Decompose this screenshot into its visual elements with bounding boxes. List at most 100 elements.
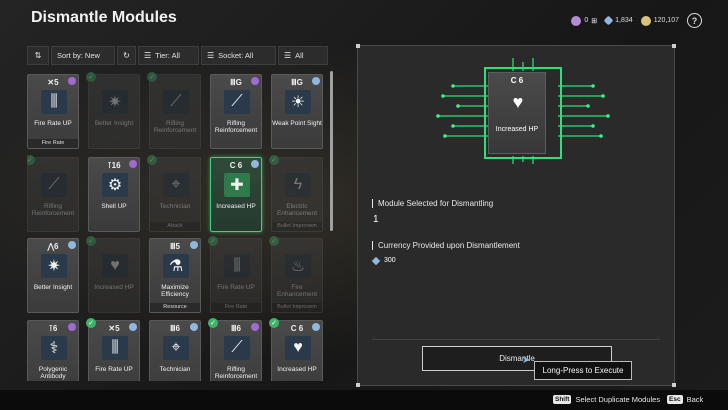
module-card[interactable]: ✓ ⟋ Rifling Reinforcement <box>27 155 79 232</box>
module-card[interactable]: ✓ ⟋ Rifling Reinforcement <box>147 72 201 149</box>
divider <box>372 339 660 340</box>
module-card[interactable]: ✓ ♨ Fire Enhancement Bullet Improvem <box>269 236 323 313</box>
currency-gold: 120,107 <box>640 15 679 26</box>
module-name: Rifling Reinforcement <box>153 120 197 134</box>
module-rank: C 6 <box>229 161 243 170</box>
module-card[interactable]: C 6 ✚ Increased HP <box>210 157 262 232</box>
long-press-tooltip: Long-Press to Execute <box>534 361 632 380</box>
sort-order-icon: ⇅ <box>34 51 42 60</box>
detail-panel: C 6 ♥ Increased HP Module Selected for D… <box>356 44 676 387</box>
stack-icon: ☰ <box>207 51 215 60</box>
module-name: Increased HP <box>277 366 317 373</box>
gold-coin-icon <box>640 15 651 26</box>
module-card[interactable]: ✓ ✷ Better Insight <box>86 72 140 149</box>
module-rank: ⊺6 <box>48 324 58 333</box>
module-card[interactable]: Ⅲ5 ⚗ Maximize Efficiency Resource <box>149 238 201 313</box>
sort-order-button[interactable]: ⇅ <box>27 46 49 65</box>
module-card[interactable]: ⊺16 ⚙ Shell UP <box>88 157 140 232</box>
equipped-check-icon: ✓ <box>269 236 279 246</box>
panel-corner <box>672 383 676 387</box>
panel-corner <box>672 44 676 48</box>
module-icon: ϟ <box>285 173 311 197</box>
module-category: Resource <box>150 303 200 312</box>
module-icon: ✚ <box>224 173 250 197</box>
module-rank: ✕5 <box>108 324 120 333</box>
grid-scrollbar[interactable] <box>330 71 333 231</box>
module-name: Better Insight <box>33 284 73 291</box>
module-name: Increased HP <box>495 126 539 133</box>
module-card[interactable]: ✓ Ⅲ6 ⟋ Rifling Reinforcement <box>208 318 262 381</box>
equipped-check-icon: ✓ <box>147 155 157 165</box>
cursor-icon: ➤ <box>522 355 531 366</box>
module-rank: C 6 <box>510 76 524 85</box>
refresh-button[interactable]: ↻ <box>117 46 136 65</box>
module-rank: Ⅲ6 <box>231 324 241 333</box>
module-category: Bullet Improvem <box>272 222 322 231</box>
module-rank: ⊺16 <box>107 161 121 170</box>
all-filter-button[interactable]: ☰ All <box>278 46 328 65</box>
equipped-check-icon: ✓ <box>86 72 96 82</box>
help-button[interactable]: ? <box>687 13 702 28</box>
plus-icon[interactable]: ⊞ <box>591 17 597 25</box>
module-icon: ⌖ <box>163 173 189 197</box>
hint-back[interactable]: Esc Back <box>667 395 703 404</box>
module-card[interactable]: ✓ C 6 ♥ Increased HP <box>269 318 323 381</box>
crystal-icon <box>603 15 614 26</box>
module-icon: ⌖ <box>163 336 189 360</box>
module-icon: ⫼ <box>224 254 250 278</box>
socket-filter-button[interactable]: ☰ Socket: All <box>201 46 276 65</box>
module-name: Technician <box>159 203 191 210</box>
module-icon: ♥ <box>285 336 311 360</box>
sort-by-button[interactable]: Sort by: New <box>51 46 115 65</box>
equipped-check-icon: ✓ <box>27 155 35 165</box>
module-rank: Ⅲ5 <box>170 242 180 251</box>
module-icon: ♥ <box>102 254 128 278</box>
module-card[interactable]: ✓ ✕5 ⫼ Fire Rate UP <box>86 318 140 381</box>
module-icon: ⟋ <box>163 90 189 114</box>
module-card[interactable]: ✓ ⌖ Technician Attack <box>147 155 201 232</box>
panel-corner <box>356 44 360 48</box>
filter-bar: ⇅ Sort by: New ↻ ☰ Tier: All ☰ Socket: A… <box>27 46 328 65</box>
module-card[interactable]: ⅢG ☀ Weak Point Sight <box>271 74 323 149</box>
module-card[interactable]: ⊺6 ⚕ Polygenic Antibody <box>27 320 79 381</box>
module-card[interactable]: ✓ ⫼ Fire Rate UP Fire Rate <box>208 236 262 313</box>
tier-filter-button[interactable]: ☰ Tier: All <box>138 46 199 65</box>
module-grid: ✕5 ⫼ Fire Rate UP Fire Rate ✓ ✷ Better Insight… <box>27 71 328 381</box>
module-name: Fire Rate UP <box>217 284 255 291</box>
module-card[interactable]: ⅢG ⟋ Rifling Reinforcement <box>210 74 262 149</box>
equipped-check-icon: ✓ <box>147 72 157 82</box>
module-icon: ♨ <box>285 254 311 278</box>
module-category: Bullet Improvem <box>272 303 322 312</box>
shift-key-icon: Shift <box>553 395 572 404</box>
stack-icon: ☰ <box>284 51 292 60</box>
module-rank: ⋀6 <box>47 242 59 251</box>
module-card[interactable]: ⋀6 ✷ Better Insight <box>27 238 79 313</box>
module-icon: ⚕ <box>41 336 67 360</box>
module-name: Rifling Reinforcement <box>214 120 258 134</box>
module-card[interactable]: ✕5 ⫼ Fire Rate UP Fire Rate <box>27 74 79 149</box>
module-name: Increased HP <box>94 284 134 291</box>
hint-select-duplicates[interactable]: Shift Select Duplicate Modules <box>553 395 660 404</box>
module-card[interactable]: Ⅲ6 ⌖ Technician <box>149 320 201 381</box>
module-icon: ⫼ <box>102 336 128 360</box>
module-name: Maximize Efficiency <box>161 284 189 298</box>
module-card[interactable]: ✓ ϟ Electric Enhancement Bullet Improvem <box>269 155 323 232</box>
module-rank: ⅢG <box>230 78 242 87</box>
module-card[interactable]: ✓ ♥ Increased HP <box>86 236 140 313</box>
module-icon: ✷ <box>41 254 67 278</box>
module-name: Electric Enhancement <box>276 203 318 217</box>
esc-key-icon: Esc <box>667 395 683 404</box>
module-icon: ⫼ <box>41 90 67 114</box>
currency-module-token: 0 ⊞ <box>571 15 597 26</box>
heart-shield-icon: ♥ <box>512 91 524 112</box>
module-rank: C 6 <box>290 324 304 333</box>
module-icon: ⟋ <box>224 90 250 114</box>
selected-count: 1 <box>373 214 379 225</box>
currency-section-title: Currency Provided upon Dismantlement <box>372 241 520 250</box>
module-name: Technician <box>159 366 191 373</box>
selected-section-title: Module Selected for Dismantling <box>372 199 493 208</box>
module-rank: ⅢG <box>291 78 303 87</box>
module-category: Attack <box>150 222 200 231</box>
module-category: Fire Rate <box>28 139 78 148</box>
module-name: Fire Rate UP <box>34 120 72 127</box>
